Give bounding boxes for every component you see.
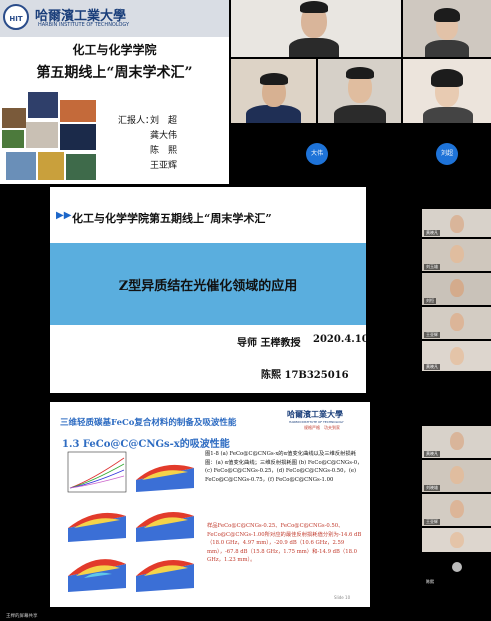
participant-name: 黄晓凡 [424,364,440,370]
university-name-en: HARBIN INSTITUTE OF TECHNOLOGY [289,420,344,424]
participant-avatar[interactable]: 大伟 [306,143,328,165]
participant-body [425,40,469,57]
participant-face [450,245,464,263]
participant-hair [431,69,463,87]
participant-hair [434,8,460,22]
university-motto: 规格严格 功夫到家 [304,425,340,430]
side-video-tile[interactable]: 王亚辉 [422,494,491,526]
participant-face [450,347,464,365]
side-video-tile[interactable]: 陈熙 [422,554,491,586]
participant-hair [346,67,374,79]
participant-face [450,313,464,331]
side-video-tile[interactable]: 王亚辉 [422,307,491,339]
advisor: 导师 王榉教授 [237,338,301,349]
video-tile[interactable] [403,0,491,57]
university-name: 哈爾濱工業大學 [287,409,343,419]
video-tile[interactable] [403,59,491,123]
department-title: 化工与化学学院 [72,43,157,57]
reporter-name: 刘 超 [150,116,178,126]
university-logo: HIT [3,4,29,30]
participant-name: 刘晓雄 [424,485,440,491]
video-tile[interactable] [231,59,316,123]
participant-body [334,105,386,123]
participant-face [450,466,464,484]
participant-hair [300,1,328,13]
participant-face [450,215,464,233]
participant-face [450,432,464,450]
participant-name: 刘恒 [424,298,436,304]
side-video-tile[interactable]: 刘晓雄 [422,460,491,492]
participant-face [450,500,464,518]
presenter: 陈熙 17B325016 [261,370,349,381]
panel-a [67,451,127,493]
participant-name: 陈熙 [424,579,436,585]
shared-slide-cover: HIT 哈爾濱工業大學 HARBIN INSTITUTE OF TECHNOLO… [0,0,229,184]
video-tile[interactable] [318,59,401,123]
campus-photo-collage [2,92,100,182]
participant-hair [260,73,288,85]
slide-title: 三维轻质碳基FeCo复合材料的制备及吸波性能 [60,418,237,428]
side-video-tile[interactable] [422,528,491,552]
screen-share-label: 王榉的屏幕共享 [6,614,38,619]
title-arrows-icon: ▶▶ [56,210,72,221]
video-tile-off[interactable]: 刘超 [403,125,491,183]
video-tile[interactable] [231,0,401,57]
reporter-name: 王亚辉 [150,161,178,171]
side-video-tile[interactable]: 黄晓凡 [422,426,491,458]
participant-name: 王亚辉 [424,332,440,338]
reporter-name: 龚大伟 [150,131,178,141]
participant-face [450,279,464,297]
university-name-en: HARBIN INSTITUTE OF TECHNOLOGY [38,22,130,28]
side-video-tile[interactable]: 刘恒 [422,273,491,305]
side-video-tile[interactable]: 黄晓凡 [422,341,491,371]
screen-share-bar[interactable]: 王榉的屏幕共享 [0,612,491,621]
talk-topic: Z型异质结在光催化领域的应用 [118,279,298,294]
event-title: 第五期线上“周末学术汇” [36,65,193,81]
participant-face [450,532,464,548]
participant-avatar[interactable]: 刘超 [436,143,458,165]
result-summary: 样品FeCo@C@CNGs-0.25、FeCo@C@CNGs-0.50、FeCo… [207,523,362,564]
talk-date: 2020.4.10 [313,334,366,345]
slide-number: Slide 10 [334,595,351,600]
figure-caption: 图1-8 (a) FeCo@C@CNGs-x的α值变化曲线以及三维反射损耗图：(… [205,451,363,483]
avatar-icon [452,562,462,572]
participant-body [289,38,339,57]
participant-name: 黄晓凡 [424,451,440,457]
section-heading: 1.3 FeCo@C@CNGs-x的吸波性能 [62,439,230,450]
reporter-name: 陈 熙 [150,146,178,156]
side-video-tile[interactable]: 黄晓凡 [422,209,491,237]
reporter-label: 汇报人： [118,116,155,126]
participant-name: 王亚辉 [424,519,440,525]
participant-name: 黄晓凡 [424,230,440,236]
slide-title: 化工与化学学院第五期线上“周末学术汇” [72,212,272,225]
participant-body [423,107,473,123]
participant-body [246,105,301,123]
shared-slide-content: 三维轻质碳基FeCo复合材料的制备及吸波性能 哈爾濱工業大學 HARBIN IN… [50,402,370,607]
shared-slide-title: ▶▶ 化工与化学学院第五期线上“周末学术汇” Z型异质结在光催化领域的应用 导师… [50,187,366,393]
side-video-tile[interactable]: 刘玉雄 [422,239,491,271]
participant-name: 刘玉雄 [424,264,440,270]
reflection-loss-figure [62,450,202,596]
video-tile-off[interactable]: 大伟 [231,125,401,183]
